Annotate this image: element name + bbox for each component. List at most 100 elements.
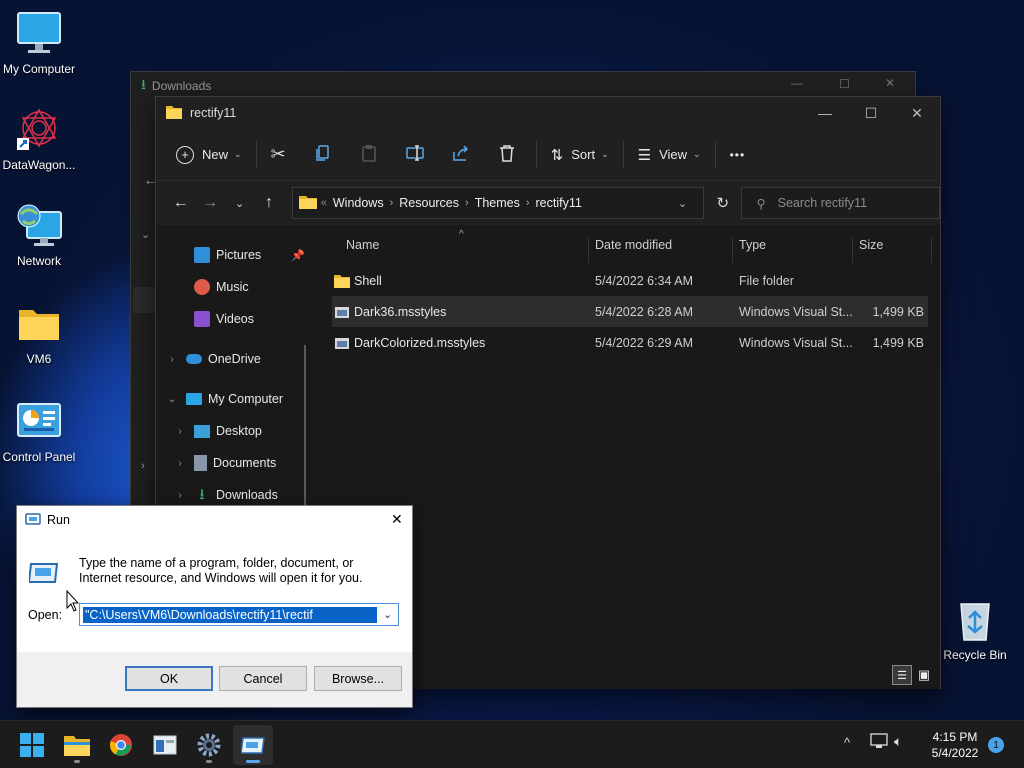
show-hidden-icons-button[interactable]: ^ [844, 735, 850, 750]
nav-pane-scrollbar[interactable] [304, 345, 306, 525]
breadcrumb-windows[interactable]: Windows [333, 196, 384, 210]
sort-button[interactable]: ⇅ Sort ⌄ [543, 138, 617, 172]
minimize-button[interactable]: — [802, 97, 848, 129]
file-name: Shell [354, 273, 382, 288]
rename-icon [405, 144, 424, 165]
view-list-icon: ☰ [637, 146, 652, 164]
chevron-right-icon[interactable]: › [172, 490, 188, 501]
chevron-down-icon[interactable]: ⌄ [141, 228, 150, 241]
datawagon-icon [15, 106, 63, 154]
nav-item-desktop[interactable]: › Desktop [172, 417, 262, 445]
search-placeholder: Search rectify11 [777, 196, 868, 210]
start-button[interactable] [12, 725, 52, 765]
up-button[interactable]: ↑ [254, 188, 283, 218]
browse-button[interactable]: Browse... [314, 666, 402, 691]
desktop-icon-network[interactable]: Network [0, 202, 78, 269]
overflow-chevron[interactable]: « [321, 197, 327, 209]
refresh-button[interactable]: ↻ [708, 188, 737, 218]
desktop-icon-vm6[interactable]: VM6 [0, 300, 78, 367]
column-header-size[interactable]: Size [859, 225, 883, 265]
plus-circle-icon: + [176, 145, 194, 164]
msstyles-file-icon [334, 296, 350, 327]
trash-icon [498, 144, 516, 165]
desktop-icon-my-computer[interactable]: My Computer [0, 10, 78, 77]
column-header-type[interactable]: Type [739, 225, 766, 265]
copy-button[interactable] [306, 138, 340, 172]
msstyles-file-icon [334, 327, 350, 358]
scissors-icon: ✂ [270, 144, 286, 164]
breadcrumb-resources[interactable]: Resources [399, 196, 459, 210]
file-type: File folder [739, 273, 794, 288]
nav-item-onedrive[interactable]: › OneDrive [164, 345, 260, 373]
cloud-icon [186, 354, 202, 364]
rename-button[interactable] [398, 138, 432, 172]
tiles-view-button[interactable]: ▣ [914, 665, 934, 685]
close-button[interactable]: ✕ [894, 97, 940, 129]
close-button[interactable]: ✕ [391, 511, 403, 528]
nav-item-documents[interactable]: › Documents [172, 449, 276, 477]
run-icon [27, 560, 59, 589]
nav-item-videos[interactable]: Videos [194, 305, 254, 333]
notification-badge[interactable]: 1 [988, 737, 1004, 753]
new-button[interactable]: + New ⌄ [168, 138, 250, 172]
ok-button[interactable]: OK [125, 666, 213, 691]
address-dropdown-button[interactable]: ⌄ [678, 197, 687, 210]
column-header-name[interactable]: Name [346, 225, 379, 265]
desktop-icon-label: Network [16, 254, 61, 268]
delete-button[interactable] [490, 138, 524, 172]
column-header-date-modified[interactable]: Date modified [595, 225, 672, 265]
forward-button[interactable]: → [195, 188, 224, 218]
network-icon[interactable] [870, 733, 888, 752]
chevron-right-icon[interactable]: › [172, 458, 188, 469]
clock[interactable]: 4:15 PM 5/4/2022 [918, 729, 992, 761]
file-row[interactable]: DarkColorized.msstyles 5/4/2022 6:29 AM … [332, 327, 928, 358]
nav-item-highlight [133, 287, 155, 313]
taskbar-chrome[interactable] [101, 725, 141, 765]
more-options-button[interactable]: ••• [722, 138, 754, 172]
folder-icon [298, 195, 317, 212]
file-row-selected[interactable]: Dark36.msstyles 5/4/2022 6:28 AM Windows… [332, 296, 928, 327]
chevron-right-icon[interactable]: › [164, 354, 180, 365]
details-view-button[interactable]: ☰ [892, 665, 912, 685]
taskbar-file-explorer[interactable] [57, 725, 97, 765]
taskbar-app-window[interactable] [145, 725, 185, 765]
back-button[interactable]: ← [166, 188, 195, 218]
desktop-icon-label: Recycle Bin [943, 648, 1007, 662]
open-combobox[interactable]: "C:\Users\VM6\Downloads\rectify11\rectif… [79, 603, 399, 626]
breadcrumb-rectify11[interactable]: rectify11 [536, 196, 582, 210]
minimize-button[interactable]: — [791, 76, 803, 90]
taskbar-run[interactable] [233, 725, 273, 765]
chevron-right-icon[interactable]: › [141, 460, 145, 472]
share-icon [452, 144, 470, 165]
desktop-icon-recycle-bin[interactable]: Recycle Bin [936, 596, 1014, 663]
chrome-icon [110, 734, 132, 756]
address-bar[interactable]: « Windows › Resources › Themes › rectify11 … [291, 187, 705, 219]
recent-locations-button[interactable]: ⌄ [225, 188, 254, 218]
maximize-button[interactable]: ☐ [839, 77, 850, 91]
open-input[interactable]: "C:\Users\VM6\Downloads\rectify11\rectif [83, 606, 377, 623]
nav-item-music[interactable]: Music [194, 273, 249, 301]
taskbar-settings[interactable] [189, 725, 229, 765]
chevron-down-icon[interactable]: ⌄ [164, 394, 180, 405]
search-input[interactable]: ⚲ Search rectify11 [741, 187, 940, 219]
file-row[interactable]: Shell 5/4/2022 6:34 AM File folder [332, 265, 928, 296]
view-button[interactable]: ☰ View ⌄ [630, 138, 709, 172]
close-button[interactable]: ✕ [885, 76, 895, 90]
videos-icon [194, 311, 210, 327]
run-icon [241, 737, 265, 754]
paste-button[interactable] [352, 138, 386, 172]
chevron-right-icon[interactable]: › [172, 426, 188, 437]
more-icon: ••• [729, 147, 746, 162]
nav-item-my-computer[interactable]: ⌄ My Computer [164, 385, 283, 413]
breadcrumb-themes[interactable]: Themes [475, 196, 520, 210]
app-window-icon [153, 735, 177, 755]
volume-icon[interactable]: 🔈︎ [894, 733, 902, 750]
chevron-down-icon[interactable]: ⌄ [383, 608, 392, 621]
share-button[interactable] [444, 138, 478, 172]
cut-button[interactable]: ✂ [263, 138, 294, 172]
desktop-icon-datawagon[interactable]: DataWagon... [0, 106, 78, 173]
cancel-button[interactable]: Cancel [219, 666, 307, 691]
desktop-icon-control-panel[interactable]: Control Panel [0, 398, 78, 465]
nav-item-pictures[interactable]: Pictures 📌 [194, 241, 305, 269]
maximize-button[interactable]: ☐ [848, 97, 894, 129]
